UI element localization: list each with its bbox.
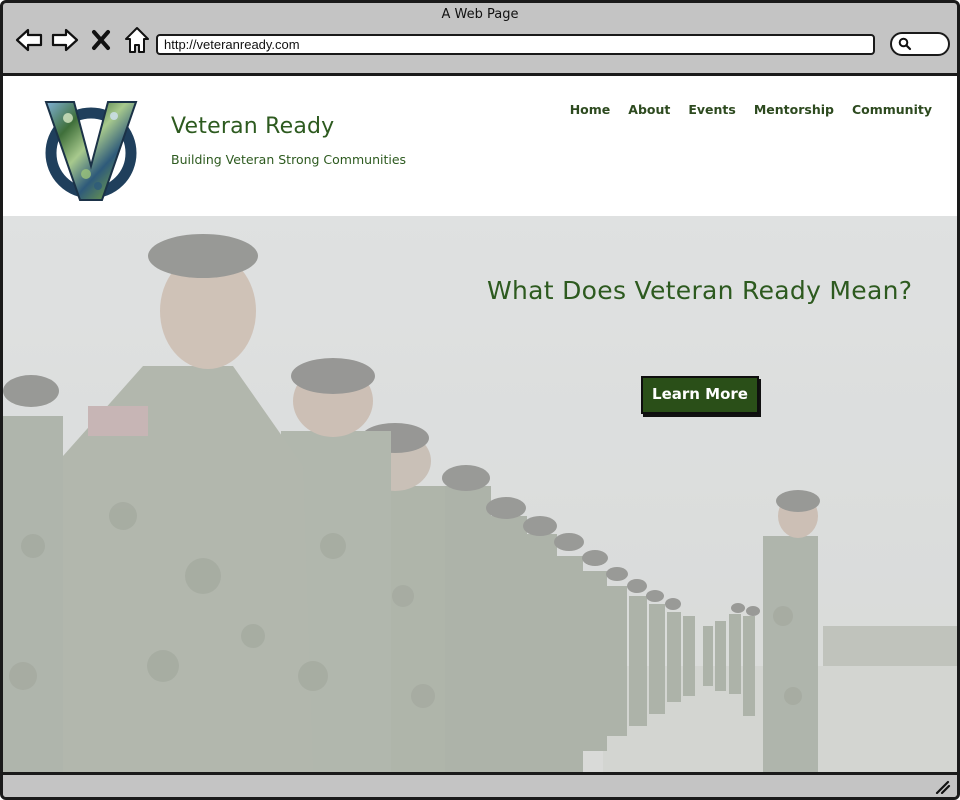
site-title: Veteran Ready <box>171 114 335 139</box>
browser-window: A Web Page http://veteranready.com Veter… <box>0 0 960 800</box>
site-header: Veteran Ready Building Veteran Strong Co… <box>3 76 957 216</box>
nav-mentorship[interactable]: Mentorship <box>754 102 834 117</box>
nav-events[interactable]: Events <box>688 102 735 117</box>
learn-more-button[interactable]: Learn More <box>641 376 759 414</box>
site-nav: Home About Events Mentorship Community <box>570 102 932 117</box>
site-tagline: Building Veteran Strong Communities <box>171 152 407 167</box>
search-icon <box>898 37 912 51</box>
home-icon[interactable] <box>123 26 151 54</box>
back-arrow-icon[interactable] <box>15 26 43 54</box>
forward-arrow-icon[interactable] <box>51 26 79 54</box>
page-viewport: Veteran Ready Building Veteran Strong Co… <box>3 76 957 772</box>
hero-heading: What Does Veteran Ready Mean? <box>487 276 913 305</box>
nav-about[interactable]: About <box>628 102 670 117</box>
veteran-ready-logo[interactable] <box>40 96 142 206</box>
resize-grip-icon[interactable] <box>935 780 951 794</box>
nav-home[interactable]: Home <box>570 102 611 117</box>
browser-search-field[interactable] <box>890 32 950 56</box>
address-bar[interactable]: http://veteranready.com <box>156 34 875 55</box>
status-bar <box>3 775 957 797</box>
hero-section: What Does Veteran Ready Mean? Learn More <box>3 216 957 772</box>
window-title: A Web Page <box>441 7 519 22</box>
nav-community[interactable]: Community <box>852 102 932 117</box>
browser-nav-buttons <box>15 25 151 55</box>
close-x-icon[interactable] <box>87 26 115 54</box>
